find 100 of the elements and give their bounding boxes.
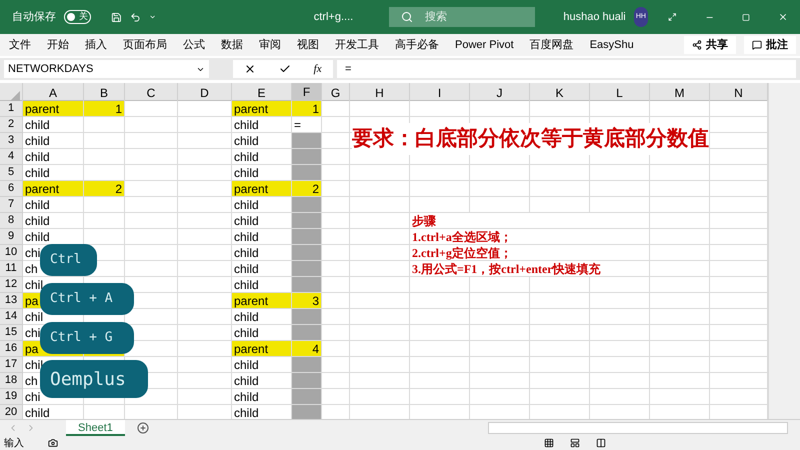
horizontal-scrollbar[interactable] (488, 422, 788, 434)
row-header[interactable]: 3 (0, 133, 23, 149)
table-cell (470, 373, 530, 389)
vertical-scrollbar[interactable] (768, 83, 800, 419)
row-header[interactable]: 15 (0, 325, 23, 341)
table-cell (530, 309, 590, 325)
row-header[interactable]: 19 (0, 389, 23, 405)
row-header[interactable]: 18 (0, 373, 23, 389)
autosave-toggle[interactable]: 关 (64, 10, 91, 24)
document-title[interactable]: ctrl+g.... (314, 8, 372, 26)
table-cell: 1 (292, 101, 322, 117)
table-cell (322, 133, 350, 149)
table-cell: 3 (292, 293, 322, 309)
column-header[interactable]: H (350, 83, 410, 103)
share-button[interactable]: 共享 (684, 36, 736, 54)
column-header[interactable]: M (650, 83, 710, 103)
table-cell: 1 (84, 101, 125, 117)
row-header[interactable]: 14 (0, 309, 23, 325)
table-cell (410, 293, 470, 309)
table-cell (530, 293, 590, 309)
normal-view-icon[interactable] (544, 438, 554, 448)
row-header[interactable]: 11 (0, 261, 23, 277)
table-cell (590, 197, 650, 213)
maximize-icon[interactable] (742, 12, 750, 22)
row-header[interactable]: 12 (0, 277, 23, 293)
table-cell (84, 213, 125, 229)
table-cell (178, 165, 232, 181)
enter-icon[interactable] (279, 63, 291, 75)
ribbon-tab[interactable]: EasyShu (590, 36, 634, 54)
row-header[interactable]: 17 (0, 357, 23, 373)
table-cell (650, 213, 710, 229)
table-cell (650, 181, 710, 197)
ribbon-tab[interactable]: 页面布局 (123, 36, 167, 54)
ribbon-tab[interactable]: 插入 (85, 36, 107, 54)
column-header[interactable]: K (530, 83, 590, 103)
ribbon-tab[interactable]: 数据 (221, 36, 243, 54)
ribbon-tab[interactable]: 公式 (183, 36, 205, 54)
table-cell (350, 293, 410, 309)
column-header[interactable]: I (410, 83, 470, 103)
keystroke-overlay: Ctrl + A (40, 283, 134, 315)
keystroke-overlay: Ctrl (40, 244, 97, 276)
page-layout-icon[interactable] (570, 438, 580, 448)
table-cell (650, 389, 710, 405)
formula-field[interactable]: = (337, 60, 796, 78)
ribbon-tab[interactable]: 视图 (297, 36, 319, 54)
table-cell (590, 277, 650, 293)
row-header[interactable]: 4 (0, 149, 23, 165)
ribbon-tab[interactable]: 审阅 (259, 36, 281, 54)
keystroke-overlay: Ctrl + G (40, 322, 134, 354)
column-header[interactable]: J (470, 83, 530, 103)
add-sheet-icon[interactable] (136, 422, 149, 434)
ribbon-tab[interactable]: 百度网盘 (530, 36, 574, 54)
table-cell (125, 133, 178, 149)
ribbon-display-icon[interactable] (668, 11, 677, 23)
table-cell (350, 373, 410, 389)
row-header[interactable]: 6 (0, 181, 23, 197)
camera-icon[interactable] (48, 438, 58, 448)
ribbon-tab[interactable]: 文件 (9, 36, 31, 54)
cancel-icon[interactable] (244, 63, 256, 75)
table-cell (125, 149, 178, 165)
ribbon-tab[interactable]: Power Pivot (455, 36, 514, 54)
row-header[interactable]: 1 (0, 101, 23, 117)
table-cell (350, 357, 410, 373)
table-cell (530, 197, 590, 213)
table-cell (178, 213, 232, 229)
column-header[interactable]: F (292, 83, 322, 103)
row-header[interactable]: 8 (0, 213, 23, 229)
table-cell (350, 261, 410, 277)
table-cell (650, 229, 710, 245)
table-cell: parent (23, 181, 84, 197)
comments-button[interactable]: 批注 (744, 36, 796, 54)
table-cell (410, 325, 470, 341)
ribbon-tab[interactable]: 开始 (47, 36, 69, 54)
table-cell (470, 277, 530, 293)
row-header[interactable]: 20 (0, 405, 23, 419)
table-cell: 2 (84, 181, 125, 197)
table-cell (470, 181, 530, 197)
ribbon-tab[interactable]: 高手必备 (395, 36, 439, 54)
page-break-icon[interactable] (596, 438, 606, 448)
table-cell (178, 261, 232, 277)
table-cell (178, 149, 232, 165)
row-header[interactable]: 9 (0, 229, 23, 245)
row-header[interactable]: 5 (0, 165, 23, 181)
row-header[interactable]: 13 (0, 293, 23, 309)
name-box[interactable]: NETWORKDAYS (4, 60, 209, 78)
ribbon-tab[interactable]: 开发工具 (335, 36, 379, 54)
table-cell: child (23, 149, 84, 165)
table-cell (350, 389, 410, 405)
table-cell (470, 165, 530, 181)
row-header[interactable]: 10 (0, 245, 23, 261)
row-header[interactable]: 7 (0, 197, 23, 213)
table-cell (84, 149, 125, 165)
autosave-label: 自动保存 (12, 10, 56, 25)
table-cell (125, 245, 178, 261)
insert-function-button[interactable]: fx (314, 60, 322, 78)
step-text: 步骤 (410, 213, 650, 229)
column-header[interactable]: L (590, 83, 650, 103)
row-header[interactable]: 16 (0, 341, 23, 357)
sheet-tab[interactable]: Sheet1 (66, 420, 125, 436)
row-header[interactable]: 2 (0, 117, 23, 133)
